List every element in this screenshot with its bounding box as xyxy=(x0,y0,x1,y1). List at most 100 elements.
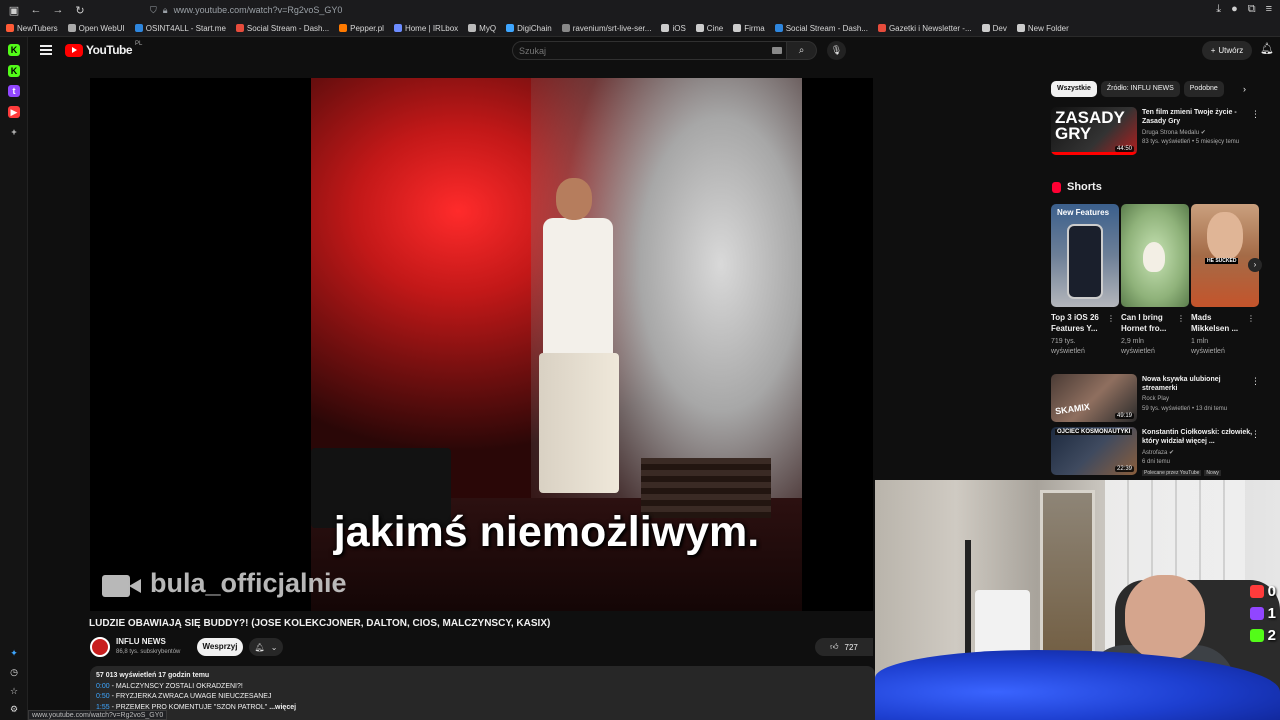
address-bar[interactable]: ⛉ 🔒︎ www.youtube.com/watch?v=Rg2voS_GY0 xyxy=(150,3,342,17)
bookmark-item[interactable]: Social Stream - Dash... xyxy=(774,24,868,33)
short-item[interactable]: HE SUCKED Mads Mikkelsen ... 1 mln wyświe… xyxy=(1191,204,1259,357)
recommended-meta: 6 dni temu xyxy=(1142,459,1171,465)
short-views: 719 tys. wyświetleń xyxy=(1051,338,1085,355)
video-thumbnail[interactable]: SKAMIX 49:19 xyxy=(1051,374,1137,422)
profile-icon[interactable]: ● xyxy=(1231,3,1238,16)
download-icon[interactable]: ⤓ xyxy=(1216,3,1221,16)
bookmarks-bar: NewTubers Open WebUI OSINT4ALL - Start.m… xyxy=(0,20,1280,37)
history-icon[interactable]: ◷ xyxy=(8,666,20,678)
recommended-video[interactable]: OJCIEC KOSMONAUTYKI 22:39 Konstantin Cio… xyxy=(1051,427,1271,477)
chevron-right-icon[interactable]: › xyxy=(1243,84,1246,94)
extensions-icon[interactable]: ⧉ xyxy=(1248,3,1256,16)
more-options-icon[interactable]: ⋮ xyxy=(1251,109,1260,120)
more-options-icon[interactable]: ⋮ xyxy=(1251,376,1260,387)
sidebar-toggle-icon[interactable]: ▣ xyxy=(8,4,20,17)
star-icon[interactable]: ☆ xyxy=(8,685,20,697)
short-item[interactable]: New Features Top 3 iOS 26 Features Y... … xyxy=(1051,204,1119,357)
recommended-channel[interactable]: Astrofaza ✔ xyxy=(1142,449,1174,456)
short-title[interactable]: Mads Mikkelsen ... xyxy=(1191,312,1247,334)
video-subtitle: jakimś niemożliwym. xyxy=(333,508,760,556)
bookmark-item[interactable]: DigiChain xyxy=(506,24,552,33)
video-description[interactable]: 57 013 wyświetleń 17 godzin temu 0:00- M… xyxy=(90,666,875,720)
recommended-channel[interactable]: Rock Play xyxy=(1142,396,1169,402)
bookmark-item[interactable]: OSINT4ALL - Start.me xyxy=(134,24,226,33)
search-icon: ⌕ xyxy=(798,45,805,56)
recommended-title[interactable]: Konstantin Ciołkowski: człowiek, który w… xyxy=(1142,428,1254,446)
notification-bell-button[interactable]: 🔔︎ ⌄ xyxy=(249,638,283,656)
short-thumbnail[interactable]: New Features xyxy=(1051,204,1119,307)
chevron-right-icon[interactable]: › xyxy=(1248,258,1262,272)
show-more-link[interactable]: ...więcej xyxy=(269,704,296,711)
youtube-icon xyxy=(1249,584,1264,598)
bookmark-item[interactable]: MyQ xyxy=(468,24,496,33)
recommended-video[interactable]: ZASADY GRY 44:50 Ten film zmieni Twoje ż… xyxy=(1051,107,1271,157)
timestamp-link[interactable]: 0:00 xyxy=(96,683,110,690)
bookmark-item[interactable]: NewTubers xyxy=(6,24,58,33)
chip-source[interactable]: Źródło: INFLU NEWS xyxy=(1100,81,1180,97)
bookmark-folder[interactable]: New Folder xyxy=(1016,24,1069,33)
youtube-icon[interactable]: ▶ xyxy=(8,106,20,118)
search-button[interactable]: ⌕ xyxy=(787,41,817,60)
settings-icon[interactable]: ⚙ xyxy=(8,703,20,715)
plus-icon: + xyxy=(1210,46,1216,55)
voice-search-button[interactable]: 🎙︎ xyxy=(827,41,846,60)
bookmark-item[interactable]: Social Stream - Dash... xyxy=(235,24,329,33)
recommended-channel[interactable]: Druga Strona Medalu ✔ xyxy=(1142,129,1206,136)
support-button[interactable]: Wesprzyj xyxy=(197,638,243,656)
youtube-logo[interactable]: YouTube PL xyxy=(65,41,142,57)
bookmark-folder[interactable]: Cine xyxy=(695,24,723,33)
sparkle-icon[interactable]: ✦ xyxy=(8,647,20,659)
browser-side-rail: K K t ▶ + ✦ ◷ ☆ ⚙ xyxy=(0,37,28,720)
chip-all[interactable]: Wszystkie xyxy=(1051,81,1097,97)
short-views: 1 mln wyświetleń xyxy=(1191,338,1225,355)
short-item[interactable]: Can I bring Hornet fro... 2,9 mln wyświet… xyxy=(1121,204,1189,357)
filter-chips: Wszystkie Źródło: INFLU NEWS Podobne xyxy=(1051,81,1224,97)
search-input[interactable] xyxy=(519,45,759,56)
more-options-icon[interactable]: ⋮ xyxy=(1251,429,1260,440)
recommended-title[interactable]: Nowa ksywka ulubionej streamerki xyxy=(1142,375,1254,393)
bookmark-item[interactable]: Pepper.pl xyxy=(339,24,384,33)
notifications-icon[interactable]: 🔔︎ xyxy=(1260,42,1274,55)
channel-name[interactable]: INFLU NEWS xyxy=(116,637,166,646)
bookmark-item[interactable]: Home | IRLbox xyxy=(393,24,458,33)
add-icon[interactable]: + xyxy=(8,126,20,138)
kick-icon[interactable]: K xyxy=(8,44,20,56)
bookmark-folder[interactable]: iOS xyxy=(661,24,686,33)
channel-avatar[interactable] xyxy=(90,637,110,657)
streamer-face xyxy=(1125,575,1205,660)
viewer-counters: 0 1 2 xyxy=(1236,580,1276,646)
bookmark-folder[interactable]: Dev xyxy=(981,24,1007,33)
bookmark-folder[interactable]: Firma xyxy=(733,24,765,33)
short-title[interactable]: Top 3 iOS 26 Features Y... xyxy=(1051,312,1107,334)
recommended-title[interactable]: Ten film zmieni Twoje życie - Zasady Gry xyxy=(1142,108,1254,126)
keyboard-icon[interactable] xyxy=(772,47,782,54)
short-thumbnail[interactable]: HE SUCKED xyxy=(1191,204,1259,307)
like-button[interactable]: 👍︎ 727 xyxy=(815,638,873,656)
browser-toolbar: ▣ ← → ↻ ⛉ 🔒︎ www.youtube.com/watch?v=Rg2… xyxy=(0,0,1280,20)
bookmark-item[interactable]: Open WebUI xyxy=(67,24,125,33)
back-icon[interactable]: ← xyxy=(30,4,42,17)
camera-tripod xyxy=(965,540,971,670)
forward-icon[interactable]: → xyxy=(52,4,64,17)
short-title[interactable]: Can I bring Hornet fro... xyxy=(1121,312,1177,334)
reload-icon[interactable]: ↻ xyxy=(74,4,86,17)
menu-icon[interactable] xyxy=(40,45,52,55)
recommended-video[interactable]: SKAMIX 49:19 Nowa ksywka ulubionej strea… xyxy=(1051,374,1271,424)
twitch-icon[interactable]: t xyxy=(8,85,20,97)
menu-icon[interactable]: ≡ xyxy=(1266,3,1272,16)
more-options-icon[interactable]: ⋮ xyxy=(1107,314,1115,323)
bookmark-item[interactable]: Gazetki i Newsletter -... xyxy=(877,24,972,33)
url-text[interactable]: www.youtube.com/watch?v=Rg2voS_GY0 xyxy=(174,5,343,15)
video-thumbnail[interactable]: ZASADY GRY 44:50 xyxy=(1051,107,1137,155)
video-thumbnail[interactable]: OJCIEC KOSMONAUTYKI 22:39 xyxy=(1051,427,1137,475)
timestamp-link[interactable]: 0:50 xyxy=(96,693,110,700)
bookmark-item[interactable]: ravenium/srt-live-ser... xyxy=(561,24,651,33)
more-options-icon[interactable]: ⋮ xyxy=(1177,314,1185,323)
create-button[interactable]: + Utwórz xyxy=(1202,41,1252,60)
chip-related[interactable]: Podobne xyxy=(1183,81,1224,97)
more-options-icon[interactable]: ⋮ xyxy=(1247,314,1255,323)
video-player[interactable]: jakimś niemożliwym. bula_officjalnie xyxy=(90,78,873,611)
video-camera-icon xyxy=(102,565,142,601)
short-thumbnail[interactable] xyxy=(1121,204,1189,307)
kick-icon[interactable]: K xyxy=(8,65,20,77)
